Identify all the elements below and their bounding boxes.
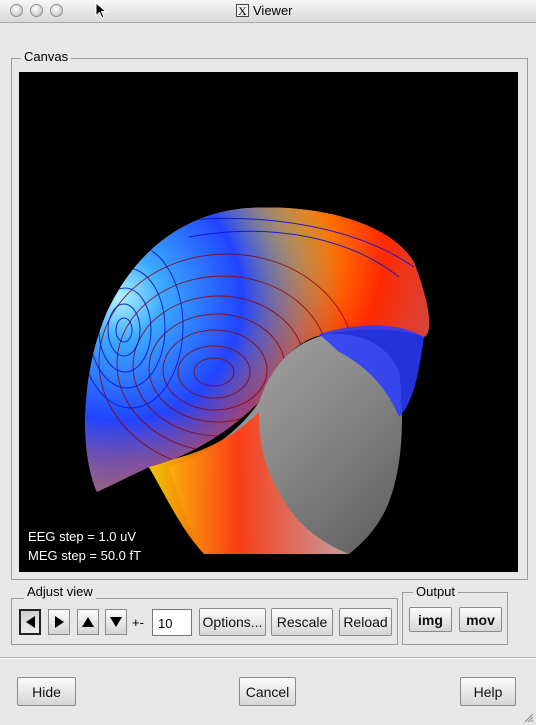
save-movie-button[interactable]: mov <box>459 607 502 632</box>
arrow-up-icon <box>82 617 94 627</box>
rotate-up-button[interactable] <box>77 609 99 635</box>
rotate-down-button[interactable] <box>105 609 127 635</box>
reload-button[interactable]: Reload <box>339 608 392 636</box>
cancel-button[interactable]: Cancel <box>239 677 296 706</box>
close-window-button[interactable] <box>10 4 23 17</box>
footer-separator <box>0 657 536 659</box>
minimize-window-button[interactable] <box>30 4 43 17</box>
render-canvas[interactable]: EEG step = 1.0 uV MEG step = 50.0 fT <box>19 72 518 572</box>
rotate-left-button[interactable] <box>19 609 41 635</box>
rotate-right-button[interactable] <box>48 609 70 635</box>
adjust-view-label: Adjust view <box>24 585 96 599</box>
zoom-window-button[interactable] <box>50 4 63 17</box>
canvas-group-label: Canvas <box>21 50 72 64</box>
step-input[interactable]: 10 <box>152 609 192 636</box>
x11-icon: X <box>236 4 249 17</box>
step-label: +- <box>132 615 144 630</box>
head-field-map: EEG step = 1.0 uV MEG step = 50.0 fT <box>28 207 430 563</box>
window-title: Viewer <box>253 3 293 18</box>
title-bar[interactable]: X Viewer <box>0 0 536 23</box>
output-label: Output <box>413 585 459 599</box>
meg-step-readout: MEG step = 50.0 fT <box>28 548 141 563</box>
viewer-window: X Viewer Canvas EEG step = 1.0 uV MEG st… <box>0 0 536 725</box>
window-title-container: X Viewer <box>236 3 293 18</box>
mouse-pointer-icon <box>95 2 108 19</box>
arrow-down-icon <box>110 617 122 627</box>
arrow-left-icon <box>25 616 35 628</box>
rescale-button[interactable]: Rescale <box>271 608 333 636</box>
options-button[interactable]: Options... <box>199 608 266 636</box>
save-image-button[interactable]: img <box>409 607 452 632</box>
help-button[interactable]: Help <box>460 677 516 706</box>
arrow-right-icon <box>54 616 64 628</box>
resize-grip-icon[interactable] <box>522 711 534 723</box>
hide-button[interactable]: Hide <box>17 677 76 706</box>
eeg-step-readout: EEG step = 1.0 uV <box>28 529 136 544</box>
